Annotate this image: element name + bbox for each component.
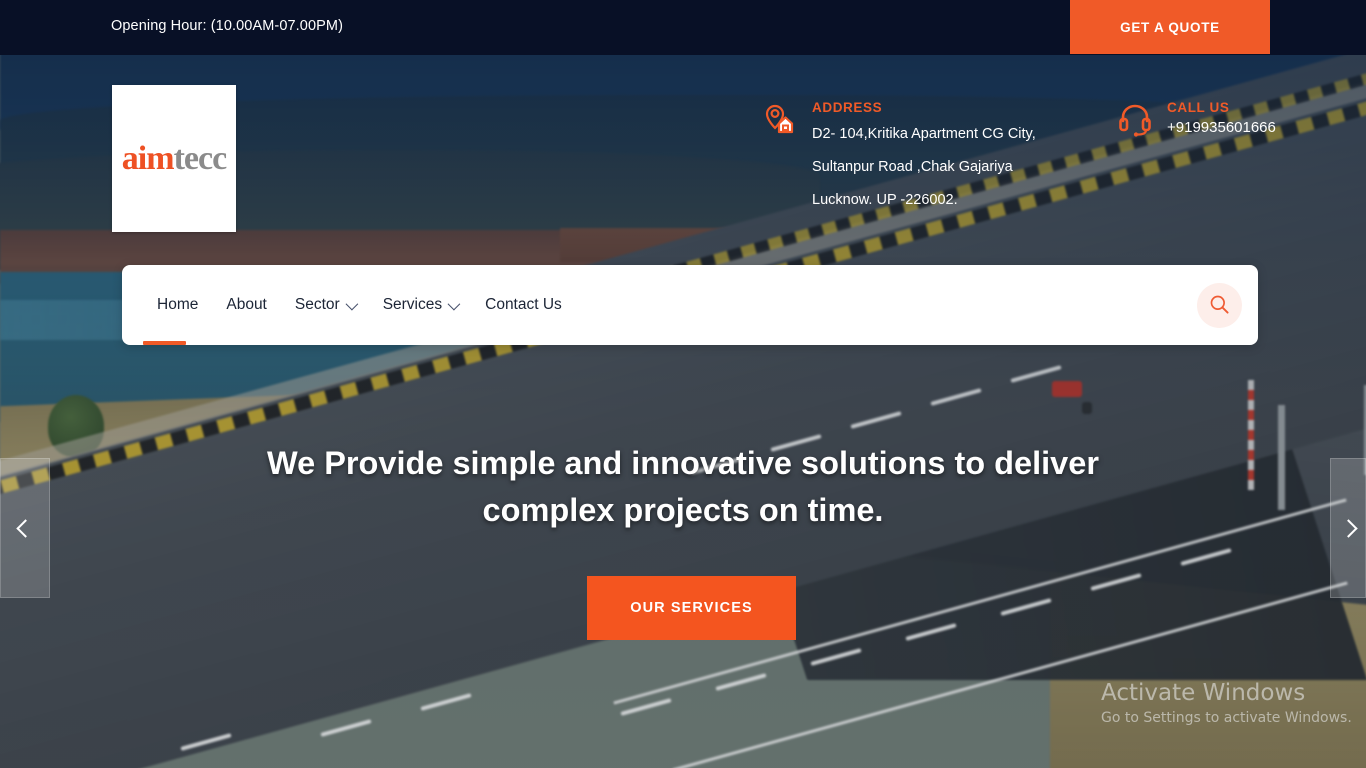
main-navigation-bar: Home About Sector Services Contact Us — [122, 265, 1258, 345]
address-line-3: Lucknow. UP -226002. — [812, 192, 958, 208]
chevron-down-icon — [447, 297, 461, 310]
logo-text-primary: aim — [121, 139, 175, 177]
logo-text-secondary: tecc — [173, 139, 228, 177]
nav-label-about: About — [226, 296, 267, 313]
hero-title: We Provide simple and innovative solutio… — [267, 445, 1099, 528]
nav-item-sector[interactable]: Sector — [281, 265, 369, 345]
carousel-next-button[interactable] — [1330, 458, 1366, 598]
nav-label-contact-us: Contact Us — [485, 296, 562, 313]
address-title: ADDRESS — [812, 100, 883, 115]
address-line-2: Sultanpur Road ,Chak Gajariya — [812, 159, 1013, 175]
nav-item-contact-us[interactable]: Contact Us — [471, 265, 576, 345]
map-pin-home-icon — [762, 102, 798, 138]
search-icon — [1209, 294, 1230, 318]
nav-item-services[interactable]: Services — [369, 265, 471, 345]
opening-hour-text: Opening Hour: (10.00AM-07.00PM) — [111, 18, 343, 34]
nav-active-indicator — [143, 341, 186, 345]
get-a-quote-button[interactable]: GET A QUOTE — [1070, 0, 1270, 54]
nav-list: Home About Sector Services Contact Us — [143, 265, 576, 345]
our-services-button[interactable]: OUR SERVICES — [587, 576, 796, 640]
site-header: aimtecc ADDRESS D2- 104,Kritika Apartmen… — [0, 55, 1366, 255]
site-logo[interactable]: aimtecc — [112, 85, 236, 232]
search-button[interactable] — [1197, 283, 1242, 328]
phone-number[interactable]: +919935601666 — [1167, 118, 1276, 138]
header-address-block: ADDRESS D2- 104,Kritika Apartment CG Cit… — [762, 100, 1036, 217]
nav-label-services: Services — [382, 296, 443, 313]
nav-label-home: Home — [157, 296, 199, 313]
chevron-down-icon — [345, 297, 358, 310]
nav-label-sector: Sector — [294, 296, 340, 313]
nav-item-about[interactable]: About — [212, 265, 281, 345]
call-us-title: CALL US — [1167, 100, 1230, 115]
carousel-prev-button[interactable] — [0, 458, 50, 598]
chevron-left-icon — [15, 518, 35, 538]
header-call-block: CALL US +919935601666 — [1117, 100, 1276, 138]
chevron-right-icon — [1338, 518, 1358, 538]
headset-icon — [1117, 102, 1153, 138]
address-line-1: D2- 104,Kritika Apartment CG City, — [812, 126, 1036, 142]
top-utility-bar: Opening Hour: (10.00AM-07.00PM) GET A QU… — [0, 0, 1366, 55]
nav-item-home[interactable]: Home — [143, 265, 212, 345]
